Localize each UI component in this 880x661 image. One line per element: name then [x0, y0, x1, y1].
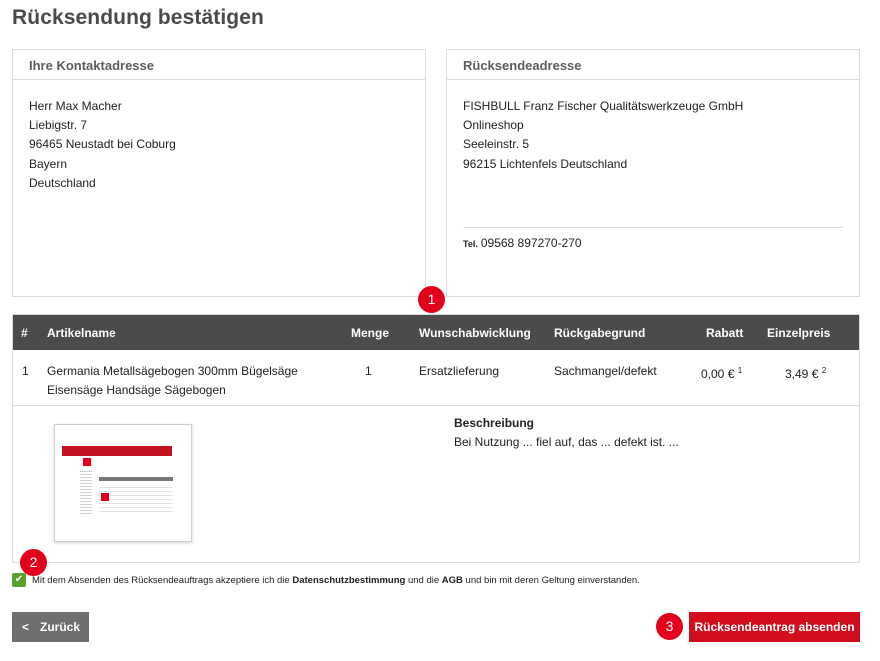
- thumbnail-logo: [83, 458, 91, 466]
- consent-text: und die: [405, 574, 442, 586]
- column-header-reason: Rückgabegrund: [554, 326, 646, 340]
- return-phone: Tel. 09568 897270-270: [463, 236, 582, 250]
- return-address-line: FISHBULL Franz Fischer Qualitätswerkzeug…: [463, 99, 744, 113]
- column-header-price: Einzelpreis: [767, 326, 831, 340]
- handling: Ersatzlieferung: [419, 364, 500, 378]
- article-name: Germania Metallsägebogen 300mm Bügelsäge…: [47, 362, 298, 399]
- contact-address-line: Deutschland: [29, 175, 96, 190]
- step-badge-2: 2: [20, 549, 47, 576]
- chevron-left-icon: <: [22, 620, 30, 634]
- price-value: 3,49 €: [785, 367, 819, 381]
- consent-text: und bin mit deren Geltung einverstanden.: [462, 574, 640, 586]
- contact-address-heading: Ihre Kontaktadresse: [13, 50, 425, 80]
- return-address-heading: Rücksendeadresse: [447, 50, 859, 80]
- contact-address-body: Herr Max Macher Liebigstr. 7 96465 Neust…: [13, 80, 425, 193]
- column-header-quantity: Menge: [351, 326, 390, 340]
- thumbnail-header-bar: [62, 446, 172, 456]
- return-items-table: # Artikelname Menge Wunschabwicklung Rüc…: [12, 314, 860, 563]
- unit-price: 3,49 € 2: [785, 362, 826, 384]
- contact-address-box: Ihre Kontaktadresse Herr Max Macher Lieb…: [12, 49, 426, 297]
- price-footnote: 2: [821, 366, 827, 375]
- return-address-box: Rücksendeadresse FISHBULL Franz Fischer …: [446, 49, 860, 297]
- product-screenshot-thumbnail[interactable]: [54, 424, 192, 542]
- table-header: # Artikelname Menge Wunschabwicklung Rüc…: [13, 315, 859, 350]
- discount-footnote: 1: [737, 366, 743, 375]
- article-name-line: Eisensäge Handsäge Sägebogen: [47, 382, 226, 397]
- thumbnail-product-image: [101, 493, 109, 501]
- return-address-line: 96215 Lichtenfels Deutschland: [463, 156, 628, 171]
- item-detail: Beschreibung Bei Nutzung ... fiel auf, d…: [13, 406, 859, 562]
- contact-address-line: 96465 Neustadt bei Coburg: [29, 137, 176, 152]
- check-icon: ✔: [14, 574, 24, 585]
- return-address-line: Seeleinstr. 5: [463, 137, 530, 152]
- thumbnail-content: [99, 484, 173, 514]
- contact-address-line: Herr Max Macher: [29, 99, 122, 113]
- page-title: Rücksendung bestätigen: [12, 6, 264, 29]
- row-number: 1: [22, 364, 29, 378]
- article-name-line: Germania Metallsägebogen 300mm Bügelsäge: [47, 364, 298, 378]
- column-header-number: #: [21, 326, 28, 340]
- contact-address-line: Liebigstr. 7: [29, 118, 88, 133]
- column-header-handling: Wunschabwicklung: [419, 326, 531, 340]
- consent-row[interactable]: ✔ Mit dem Absenden des Rücksendeauftrags…: [12, 573, 640, 587]
- discount: 0,00 € 1: [701, 362, 742, 384]
- address-divider: [463, 227, 843, 228]
- table-row: 1 Germania Metallsägebogen 300mm Bügelsä…: [13, 350, 859, 406]
- description-label: Beschreibung: [454, 416, 535, 430]
- back-button-label: Zurück: [40, 620, 81, 634]
- submit-return-button[interactable]: Rücksendeantrag absenden: [689, 612, 860, 642]
- phone-number: 09568 897270-270: [480, 236, 582, 250]
- privacy-policy-link[interactable]: Datenschutzbestimmung: [292, 575, 405, 586]
- step-badge-3: 3: [656, 613, 683, 640]
- step-badge-1: 1: [418, 286, 445, 313]
- back-button[interactable]: < Zurück: [12, 612, 89, 642]
- thumbnail-sidebar: [80, 469, 92, 514]
- column-header-discount: Rabatt: [706, 326, 744, 340]
- contact-address-line: Bayern: [29, 156, 68, 171]
- consent-checkbox[interactable]: ✔: [12, 573, 26, 587]
- column-header-article: Artikelname: [47, 326, 116, 340]
- quantity: 1: [365, 364, 372, 378]
- description-text: Bei Nutzung ... fiel auf, das ... defekt…: [454, 435, 679, 449]
- phone-label: Tel.: [463, 239, 478, 249]
- consent-text: Mit dem Absenden des Rücksendeauftrags a…: [32, 574, 293, 586]
- return-reason: Sachmangel/defekt: [554, 364, 657, 378]
- return-address-body: FISHBULL Franz Fischer Qualitätswerkzeug…: [447, 80, 859, 174]
- terms-link[interactable]: AGB: [442, 575, 463, 586]
- return-address-line: Onlineshop: [463, 118, 524, 133]
- thumbnail-heading: [99, 477, 173, 481]
- discount-value: 0,00 €: [701, 367, 735, 381]
